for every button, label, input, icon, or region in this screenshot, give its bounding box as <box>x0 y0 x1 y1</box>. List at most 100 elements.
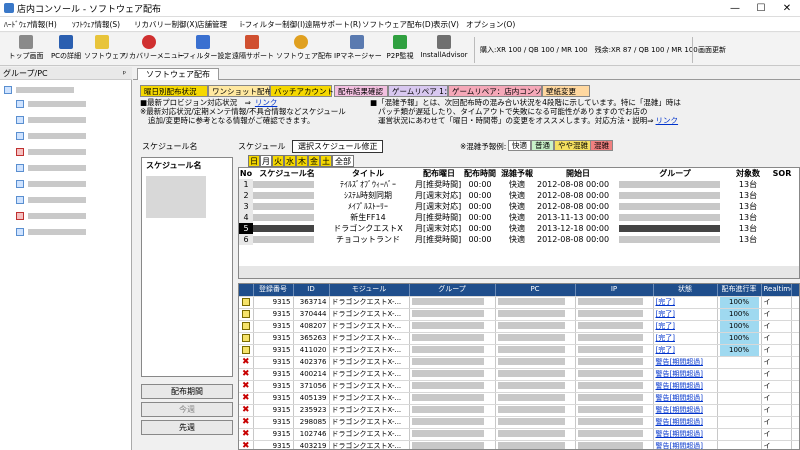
modify-schedule-button[interactable]: 選択スケジュール修正 <box>292 140 384 153</box>
pin-icon[interactable]: ᵖ <box>123 67 126 80</box>
distribution-result-grid[interactable]: 登録番号 ID モジュール グループ PC IP 状態 配布進行率 Realti… <box>238 283 800 450</box>
table-row[interactable]: ✖ 9315 235923 ドラゴンクエストX-... 警告[期間超過] イ <box>239 404 799 417</box>
table-row[interactable]: 1 ﾃｲﾙｽﾞｵﾌﾞｳｨｰﾊﾞｰ 月[推奨時間] 00:00 快適 2012-08-08 … <box>239 179 799 190</box>
col-schedule-name[interactable]: スケジュール名 <box>253 168 321 179</box>
table-row-selected[interactable]: 5 ドラゴンクエストX 月[週末対応] 00:00 快適 2013-12-18 00:00… <box>239 223 799 234</box>
col-group[interactable]: グループ <box>619 168 731 179</box>
menu-ifilter[interactable]: i-フィルター制御(I) <box>240 19 305 30</box>
tab-game-repair-1to1[interactable]: ゲームリペア 1：1 <box>388 85 456 97</box>
tab-batch-account[interactable]: バッチアカウント登録 <box>270 85 349 97</box>
tab-wednesday[interactable]: 水 <box>284 155 296 167</box>
p2p-monitor-button[interactable]: P2P監視 <box>384 35 416 65</box>
remote-support-button[interactable]: 遠隔サポート <box>232 35 274 65</box>
tab-all-days[interactable]: 全部 <box>332 155 354 167</box>
tab-game-repair-console[interactable]: ゲームリペア：店内コンソール <box>448 85 557 97</box>
state-cell[interactable]: 警告[期間超過] <box>653 368 718 381</box>
table-row[interactable]: 9315 408207 ドラゴンクエストX-... [完了] 100% イ <box>239 320 799 333</box>
state-cell[interactable]: 警告[期間超過] <box>653 392 718 405</box>
table-row[interactable]: 6 チョコットランド 月[推奨時間] 00:00 快適 2012-08-08 00:00 1… <box>239 234 799 245</box>
col-start[interactable]: 開始日 <box>537 168 619 179</box>
recovery-menu-button[interactable]: リカバリーメニュー <box>122 35 185 65</box>
state-cell[interactable]: 警告[期間超過] <box>653 404 718 417</box>
group-pc-tree[interactable] <box>0 80 132 450</box>
top-screen-button[interactable]: トップ画面 <box>6 35 46 65</box>
menu-view[interactable]: 表示(V) <box>433 19 459 30</box>
state-cell[interactable]: [完了] <box>653 320 718 333</box>
tab-oneshot[interactable]: ワンショット配布 <box>208 85 272 97</box>
col-time[interactable]: 配布時間 <box>463 168 497 179</box>
table-row[interactable]: ✖ 9315 405139 ドラゴンクエストX-... 警告[期間超過] イ <box>239 392 799 405</box>
col-group[interactable]: グループ <box>409 284 496 297</box>
menu-software[interactable]: ｿﾌﾄｳｪｱ情報(S) <box>72 19 120 30</box>
col-state[interactable]: 状態 <box>653 284 718 297</box>
table-row[interactable]: ✖ 9315 298085 ドラゴンクエストX-... 警告[期間超過] イ <box>239 416 799 429</box>
software-distribution-button[interactable]: ソフトウェア配布 <box>276 35 332 65</box>
tab-sunday[interactable]: 日 <box>248 155 260 167</box>
table-row[interactable]: ✖ 9315 400214 ドラゴンクエストX-... 警告[期間超過] イ <box>239 368 799 381</box>
table-row[interactable]: 9315 411020 ドラゴンクエストX-... [完了] 100% イ <box>239 344 799 357</box>
col-title[interactable]: タイトル <box>321 168 415 179</box>
table-row[interactable]: 2 ｼｽﾃﾑ時刻同期 月[週末対応] 00:00 快適 2012-08-08 00:00 1… <box>239 190 799 201</box>
col-forecast[interactable]: 混雑予報 <box>497 168 537 179</box>
col-reg-no[interactable]: 登録番号 <box>253 284 294 297</box>
distribution-period-button[interactable]: 配布期間 <box>141 384 233 399</box>
close-button[interactable]: ✕ <box>774 0 800 17</box>
table-row[interactable]: ✖ 9315 102746 ドラゴンクエストX-... 警告[期間超過] イ <box>239 428 799 441</box>
menu-hardware[interactable]: ﾊｰﾄﾞｳｪｱ情報(H) <box>4 19 57 30</box>
minimize-button[interactable]: — <box>722 0 748 17</box>
tab-monday[interactable]: 月 <box>260 155 272 167</box>
tab-thursday[interactable]: 木 <box>296 155 308 167</box>
col-ip[interactable]: IP <box>575 284 654 297</box>
menu-distribution[interactable]: ソフトウェア配布(D) <box>362 19 434 30</box>
provision-link[interactable]: リンク <box>255 98 278 107</box>
menu-recovery[interactable]: リカバリー制御(X) <box>134 19 198 30</box>
state-cell[interactable]: 警告[期間超過] <box>653 428 718 441</box>
ifilter-setting-button[interactable]: i-フィルター設定 <box>178 35 231 65</box>
horizontal-scrollbar[interactable] <box>239 266 799 278</box>
state-cell[interactable]: 警告[期間超過] <box>653 356 718 369</box>
table-row[interactable]: ✖ 9315 402376 ドラゴンクエストX-... 警告[期間超過] イ <box>239 356 799 369</box>
col-no[interactable]: No <box>239 168 253 179</box>
state-cell[interactable]: 警告[期間超過] <box>653 380 718 393</box>
tab-weekday-status[interactable]: 曜日別配布状況 <box>140 85 208 97</box>
col-count[interactable]: 対象数 <box>731 168 765 179</box>
col-pc[interactable]: PC <box>495 284 576 297</box>
schedule-grid[interactable]: No スケジュール名 タイトル 配布曜日 配布時間 混雑予報 開始日 グループ … <box>238 167 800 279</box>
menu-store[interactable]: 店舗管理 <box>197 19 227 30</box>
table-row[interactable]: 9315 370444 ドラゴンクエストX-... [完了] 100% イ <box>239 308 799 321</box>
pc-detail-button[interactable]: PCの詳細 <box>46 35 86 65</box>
col-id[interactable]: ID <box>293 284 330 297</box>
tab-wallpaper[interactable]: 壁紙変更 <box>542 85 590 97</box>
menu-option[interactable]: オプション(O) <box>466 19 515 30</box>
this-week-button[interactable]: 今週 <box>141 402 233 417</box>
col-progress[interactable]: 配布進行率 <box>717 284 762 297</box>
last-week-button[interactable]: 先週 <box>141 420 233 435</box>
tab-tuesday[interactable]: 火 <box>272 155 284 167</box>
col-realtime[interactable]: Realtime <box>761 284 792 297</box>
col-sor[interactable]: SOR <box>765 168 799 179</box>
maximize-button[interactable]: ☐ <box>748 0 774 17</box>
tab-saturday[interactable]: 土 <box>320 155 332 167</box>
state-cell[interactable]: [完了] <box>653 296 718 309</box>
menu-remote[interactable]: 遠隔サポート(R) <box>305 19 361 30</box>
refresh-button[interactable]: 画面更新 <box>698 45 726 55</box>
install-advisor-button[interactable]: InstallAdvisor <box>418 35 470 65</box>
table-row[interactable]: 4 新生FF14 月[推奨時間] 00:00 快適 2013-11-13 00:00 13台 <box>239 212 799 223</box>
table-row[interactable]: 3 ﾒｲﾌﾟﾙｽﾄｰﾘｰ 月[週末対応] 00:00 快適 2012-08-08 00:0… <box>239 201 799 212</box>
software-button[interactable]: ソフトウェア <box>84 35 126 65</box>
state-cell[interactable]: 警告[期間超過] <box>653 416 718 429</box>
state-cell[interactable]: [完了] <box>653 308 718 321</box>
tab-friday[interactable]: 金 <box>308 155 320 167</box>
schedule-list[interactable]: スケジュール名 <box>141 157 233 377</box>
state-cell[interactable]: 警告[期間超過] <box>653 440 718 449</box>
howto-link[interactable]: リンク <box>656 116 679 125</box>
col-module[interactable]: モジュール <box>329 284 410 297</box>
tab-software-distribution[interactable]: ソフトウェア配布 <box>137 68 219 80</box>
ip-manager-button[interactable]: IPマネージャー <box>334 35 382 65</box>
state-cell[interactable]: [完了] <box>653 344 718 357</box>
tab-result-check[interactable]: 配布結果確認 <box>334 85 388 97</box>
table-row[interactable]: ✖ 9315 371056 ドラゴンクエストX-... 警告[期間超過] イ <box>239 380 799 393</box>
table-row[interactable]: 9315 363714 ドラゴンクエストX-... [完了] 100% イ <box>239 296 799 309</box>
col-day[interactable]: 配布曜日 <box>415 168 463 179</box>
state-cell[interactable]: [完了] <box>653 332 718 345</box>
